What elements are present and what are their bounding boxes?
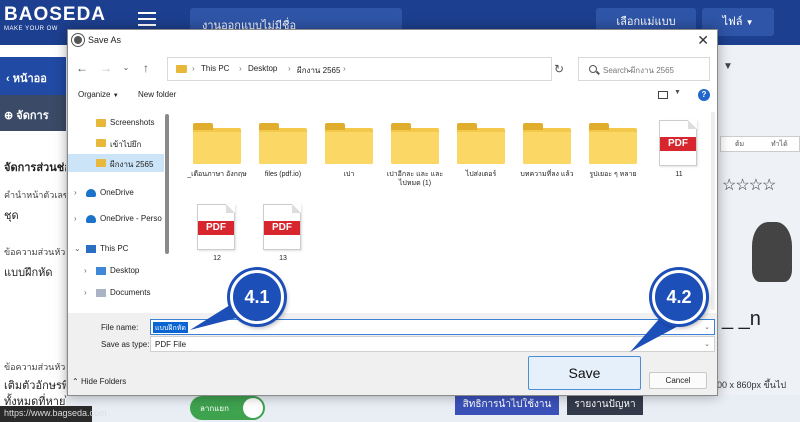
step-callout-4-2: 4.2 xyxy=(652,270,706,324)
callout-pointers xyxy=(190,300,682,352)
step-callout-4-1: 4.1 xyxy=(230,270,284,324)
